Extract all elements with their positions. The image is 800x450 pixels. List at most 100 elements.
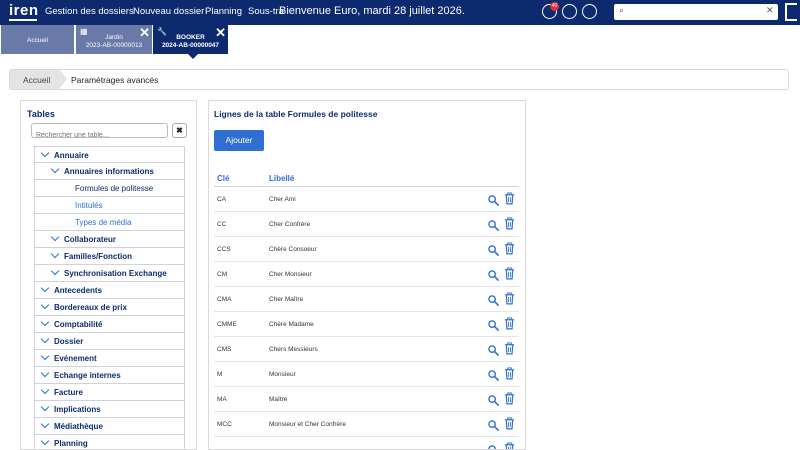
globe-icon[interactable] <box>582 4 597 19</box>
tree-item[interactable]: Formules de politesse <box>34 180 185 197</box>
tab-booker-ref: 2024-AB-00000047 <box>161 42 220 49</box>
tree-item-label: Collaborateur <box>64 235 117 244</box>
tree-item[interactable]: Médiathèque <box>34 418 185 435</box>
tree-item[interactable]: Types de média <box>34 214 185 231</box>
top-bar: iren Gestion des dossiers Nouveau dossie… <box>0 0 800 25</box>
lines-table: Clé Libellé CA Cher Ami CC Cher Confrère CCS… <box>214 170 519 449</box>
column-header-key[interactable]: Clé <box>217 174 229 183</box>
nav-planning[interactable]: Planning <box>205 6 242 17</box>
chevron-down-icon[interactable] <box>40 385 50 395</box>
row-key: CMA <box>217 296 232 303</box>
trash-icon[interactable] <box>504 192 515 206</box>
search-icon: ⌕ <box>619 5 625 15</box>
row-label: Cher Confrère <box>269 221 311 228</box>
tree-item[interactable]: Intitulés <box>34 197 185 214</box>
table-row: CMA Cher Maître <box>214 287 519 312</box>
trash-icon[interactable] <box>504 317 515 331</box>
chevron-down-icon[interactable] <box>40 334 50 344</box>
view-icon[interactable] <box>488 318 499 331</box>
trash-icon[interactable] <box>504 342 515 356</box>
view-icon[interactable] <box>488 393 499 406</box>
tree-item[interactable]: Echange internes <box>34 367 185 384</box>
chevron-down-icon[interactable] <box>40 300 50 310</box>
trash-icon[interactable] <box>504 267 515 281</box>
chevron-down-icon[interactable] <box>40 148 50 158</box>
tree-item[interactable]: Comptabilité <box>34 316 185 333</box>
tree-item[interactable]: Annuaire <box>34 146 185 163</box>
table-search-input[interactable] <box>32 129 167 142</box>
chevron-down-icon[interactable] <box>50 249 60 259</box>
tree-item[interactable]: Synchronisation Exchange <box>34 265 185 282</box>
trash-icon[interactable] <box>504 442 515 449</box>
tree-item-label: Synchronisation Exchange <box>64 269 167 278</box>
row-label: Cher Maître <box>269 296 304 303</box>
view-icon[interactable] <box>488 443 499 449</box>
chevron-down-icon[interactable] <box>40 351 50 361</box>
global-search-input[interactable] <box>614 4 778 20</box>
table-row: MCC Monsieur et Cher Confrère <box>214 412 519 437</box>
chevron-down-icon[interactable] <box>40 402 50 412</box>
tree-item-label: Comptabilité <box>54 320 103 329</box>
table-row: CA Cher Ami <box>214 187 519 212</box>
nav-gestion-dossiers[interactable]: Gestion des dossiers <box>45 6 134 17</box>
tree-item[interactable]: Bordereaux de prix <box>34 299 185 316</box>
table-row: CMME Chère Madame <box>214 312 519 337</box>
view-icon[interactable] <box>488 418 499 431</box>
row-key: M <box>217 371 223 378</box>
view-icon[interactable] <box>488 218 499 231</box>
tree-item[interactable]: Dossier <box>34 333 185 350</box>
view-icon[interactable] <box>488 368 499 381</box>
view-icon[interactable] <box>488 268 499 281</box>
tree-item[interactable]: Collaborateur <box>34 231 185 248</box>
logout-icon[interactable] <box>785 3 797 21</box>
row-label: Chers Messieurs <box>269 346 318 353</box>
tree-item[interactable]: Planning <box>34 435 185 449</box>
lines-panel: Lignes de la table Formules de politesse… <box>208 100 526 450</box>
tree-item[interactable]: Evénement <box>34 350 185 367</box>
tree-item[interactable]: Antecedents <box>34 282 185 299</box>
view-icon[interactable] <box>488 243 499 256</box>
view-icon[interactable] <box>488 343 499 356</box>
tree-item-label: Echange internes <box>54 371 121 380</box>
tab-accueil[interactable]: Accueil <box>1 25 74 54</box>
chevron-down-icon[interactable] <box>40 419 50 429</box>
row-key: CA <box>217 196 227 203</box>
table-row: MA Maître <box>214 387 519 412</box>
tree-item-label: Bordereaux de prix <box>54 303 127 312</box>
logo-underline <box>9 19 37 21</box>
tree-item[interactable]: Implications <box>34 401 185 418</box>
chevron-down-icon[interactable] <box>40 317 50 327</box>
tree-item[interactable]: Annuaires informations <box>34 163 185 180</box>
row-label: Maître <box>269 396 288 403</box>
trash-icon[interactable] <box>504 242 515 256</box>
column-header-label[interactable]: Libellé <box>269 174 294 183</box>
bell-icon[interactable] <box>562 4 577 19</box>
tab-jardin[interactable]: ▦ ✕ Jardin 2023-AB-00000013 <box>76 25 152 54</box>
trash-icon[interactable] <box>504 392 515 406</box>
chevron-down-icon[interactable] <box>40 283 50 293</box>
trash-icon[interactable] <box>504 292 515 306</box>
breadcrumb-current: Paramétrages avancés <box>71 75 159 85</box>
view-icon[interactable] <box>488 193 499 206</box>
trash-icon[interactable] <box>504 367 515 381</box>
row-label: Monsieur et Cher Confrère <box>269 421 346 428</box>
chevron-down-icon[interactable] <box>50 266 60 276</box>
close-icon[interactable]: ✕ <box>766 5 774 16</box>
chevron-down-icon[interactable] <box>40 436 50 446</box>
tree-item[interactable]: Familles/Fonction <box>34 248 185 265</box>
tab-booker[interactable]: 🔧 ✕ BOOKER 2024-AB-00000047 <box>153 25 228 54</box>
nav-nouveau-dossier[interactable]: Nouveau dossier <box>133 6 204 17</box>
trash-icon[interactable] <box>504 417 515 431</box>
view-icon[interactable] <box>488 293 499 306</box>
trash-icon[interactable] <box>504 217 515 231</box>
breadcrumb-home[interactable]: Accueil <box>10 70 60 89</box>
chevron-down-icon[interactable] <box>50 232 60 242</box>
clear-search-button[interactable]: ✖ <box>172 123 187 138</box>
tree-item[interactable]: Facture <box>34 384 185 401</box>
chevron-down-icon[interactable] <box>40 368 50 378</box>
chevron-down-icon[interactable] <box>50 164 60 174</box>
add-button[interactable]: Ajouter <box>214 130 264 151</box>
tree-item-label: Médiathèque <box>54 422 103 431</box>
logo[interactable]: iren <box>9 2 39 19</box>
table-search-field[interactable] <box>31 123 168 142</box>
